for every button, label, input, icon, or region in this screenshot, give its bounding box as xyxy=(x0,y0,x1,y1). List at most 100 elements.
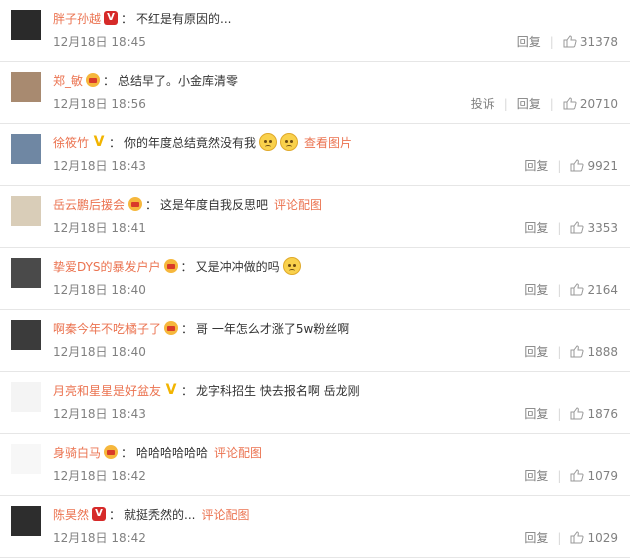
comment-text: 又是冲冲做的吗 xyxy=(195,259,280,274)
comment-item: 岳云鹏后援会 ：这是年度自我反思吧 评论配图 12月18日 18:41 回复 | 3353 xyxy=(0,186,630,248)
reply-button[interactable]: 回复 xyxy=(524,157,548,174)
reply-button[interactable]: 回复 xyxy=(524,405,548,422)
comment-item: 陈昊然 ：就挺秃然的... 评论配图 12月18日 18:42 回复 | 1029 xyxy=(0,496,630,558)
like-count: 1876 xyxy=(587,406,618,421)
thumbs-up-icon xyxy=(570,531,587,544)
comment-item: 身骑白马 ：哈哈哈哈哈哈 评论配图 12月18日 18:42 回复 | 1079 xyxy=(0,434,630,496)
member-crown-icon xyxy=(104,445,119,459)
reply-button[interactable]: 回复 xyxy=(524,529,548,546)
username-link[interactable]: 陈昊然 xyxy=(53,506,89,523)
like-count: 3353 xyxy=(587,220,618,235)
comment-text: 就挺秃然的... xyxy=(124,507,196,522)
avatar[interactable] xyxy=(11,444,41,474)
comment-time: 12月18日 18:42 xyxy=(53,531,146,545)
comment-list: 胖子孙越：不红是有原因的...12月18日 18:45回复|31378郑_敏：总… xyxy=(0,0,630,558)
like-button[interactable]: 1079 xyxy=(570,469,618,483)
reply-button[interactable]: 回复 xyxy=(517,95,541,112)
comment-item: 啊秦今年不吃橘子了 ：哥 一年怎么才涨了5w粉丝啊 12月18日 18:40 回复 | 1… xyxy=(0,310,630,372)
avatar[interactable] xyxy=(11,382,41,412)
action-divider: | xyxy=(503,96,508,111)
comment-item: 徐筱竹 ：你的年度总结竟然没有我 查看图片 12月18日 18:43 回复 | 9921 xyxy=(0,124,630,186)
thumbs-up-icon xyxy=(570,407,587,420)
username-link[interactable]: 啊秦今年不吃橘子了 xyxy=(53,320,161,337)
colon-separator: ： xyxy=(181,321,194,336)
like-count: 1029 xyxy=(587,530,618,545)
comment-text: 哥 一年怎么才涨了5w粉丝啊 xyxy=(196,321,350,336)
comment-item: 郑_敏 ：总结早了。小金库清零 12月18日 18:56 投诉 | 回复 | 20710 xyxy=(0,62,630,124)
reply-button[interactable]: 回复 xyxy=(524,467,548,484)
verified-v-icon xyxy=(92,134,106,150)
comment-text: 龙字科招生 快去报名啊 岳龙刚 xyxy=(196,383,360,398)
avatar[interactable] xyxy=(11,134,41,164)
comment-text: 这是年度自我反思吧 xyxy=(160,197,269,212)
comment-text: 总结早了。小金库清零 xyxy=(118,73,239,88)
reply-button[interactable]: 回复 xyxy=(524,281,548,298)
member-crown-icon xyxy=(86,73,101,87)
comment-item: 挚爱DYS的暴发户户 ：又是冲冲做的吗 12月18日 18:40 回复 | 2164 xyxy=(0,248,630,310)
avatar[interactable] xyxy=(11,320,41,350)
comment-time: 12月18日 18:40 xyxy=(53,345,146,359)
username-link[interactable]: 岳云鹏后援会 xyxy=(53,196,125,213)
thumbs-up-icon xyxy=(570,469,587,482)
comment-time: 12月18日 18:41 xyxy=(53,221,146,235)
colon-separator: ： xyxy=(145,197,158,212)
username-link[interactable]: 身骑白马 xyxy=(53,444,101,461)
avatar[interactable] xyxy=(11,72,41,102)
view-image-link[interactable]: 评论配图 xyxy=(201,506,249,523)
avatar[interactable] xyxy=(11,10,41,40)
verified-v-icon xyxy=(104,11,119,25)
like-button[interactable]: 2164 xyxy=(570,283,618,297)
action-divider: | xyxy=(549,96,554,111)
report-button[interactable]: 投诉 xyxy=(471,95,495,112)
like-count: 2164 xyxy=(587,282,618,297)
action-divider: | xyxy=(549,34,554,49)
action-divider: | xyxy=(557,468,562,483)
thumbs-up-icon xyxy=(563,35,580,48)
thumbs-up-icon xyxy=(570,345,587,358)
avatar[interactable] xyxy=(11,258,41,288)
action-divider: | xyxy=(557,406,562,421)
view-image-link[interactable]: 评论配图 xyxy=(274,196,322,213)
like-button[interactable]: 1888 xyxy=(570,345,618,359)
like-count: 20710 xyxy=(579,96,618,111)
like-count: 9921 xyxy=(587,158,618,173)
like-button[interactable]: 20710 xyxy=(563,97,618,111)
comment-time: 12月18日 18:43 xyxy=(53,407,146,421)
reply-button[interactable]: 回复 xyxy=(524,219,548,236)
view-image-link[interactable]: 评论配图 xyxy=(214,444,262,461)
like-count: 1888 xyxy=(587,344,618,359)
username-link[interactable]: 月亮和星星是好盆友 xyxy=(53,382,161,399)
like-count: 1079 xyxy=(587,468,618,483)
reply-button[interactable]: 回复 xyxy=(517,33,541,50)
action-divider: | xyxy=(557,158,562,173)
comment-time: 12月18日 18:56 xyxy=(53,97,146,111)
username-link[interactable]: 徐筱竹 xyxy=(53,134,89,151)
verified-v-icon xyxy=(92,507,107,521)
action-divider: | xyxy=(557,282,562,297)
emoji-icon xyxy=(259,133,278,151)
colon-separator: ： xyxy=(109,507,122,522)
like-button[interactable]: 1876 xyxy=(570,407,618,421)
like-button[interactable]: 3353 xyxy=(570,221,618,235)
member-crown-icon xyxy=(128,197,143,211)
colon-separator: ： xyxy=(121,445,134,460)
member-crown-icon xyxy=(164,321,179,335)
like-button[interactable]: 31378 xyxy=(563,35,618,49)
like-button[interactable]: 1029 xyxy=(570,531,618,545)
colon-separator: ： xyxy=(103,73,116,88)
username-link[interactable]: 胖子孙越 xyxy=(53,10,101,27)
emoji-icon xyxy=(280,133,299,151)
avatar[interactable] xyxy=(11,196,41,226)
username-link[interactable]: 郑_敏 xyxy=(53,72,83,89)
view-image-link[interactable]: 查看图片 xyxy=(304,134,352,151)
username-link[interactable]: 挚爱DYS的暴发户户 xyxy=(53,258,161,275)
comment-time: 12月18日 18:40 xyxy=(53,283,146,297)
thumbs-up-icon xyxy=(570,283,587,296)
colon-separator: ： xyxy=(181,383,194,398)
colon-separator: ： xyxy=(121,11,134,26)
avatar[interactable] xyxy=(11,506,41,536)
reply-button[interactable]: 回复 xyxy=(524,343,548,360)
like-button[interactable]: 9921 xyxy=(570,159,618,173)
action-divider: | xyxy=(557,220,562,235)
comment-text: 不红是有原因的... xyxy=(136,11,232,26)
